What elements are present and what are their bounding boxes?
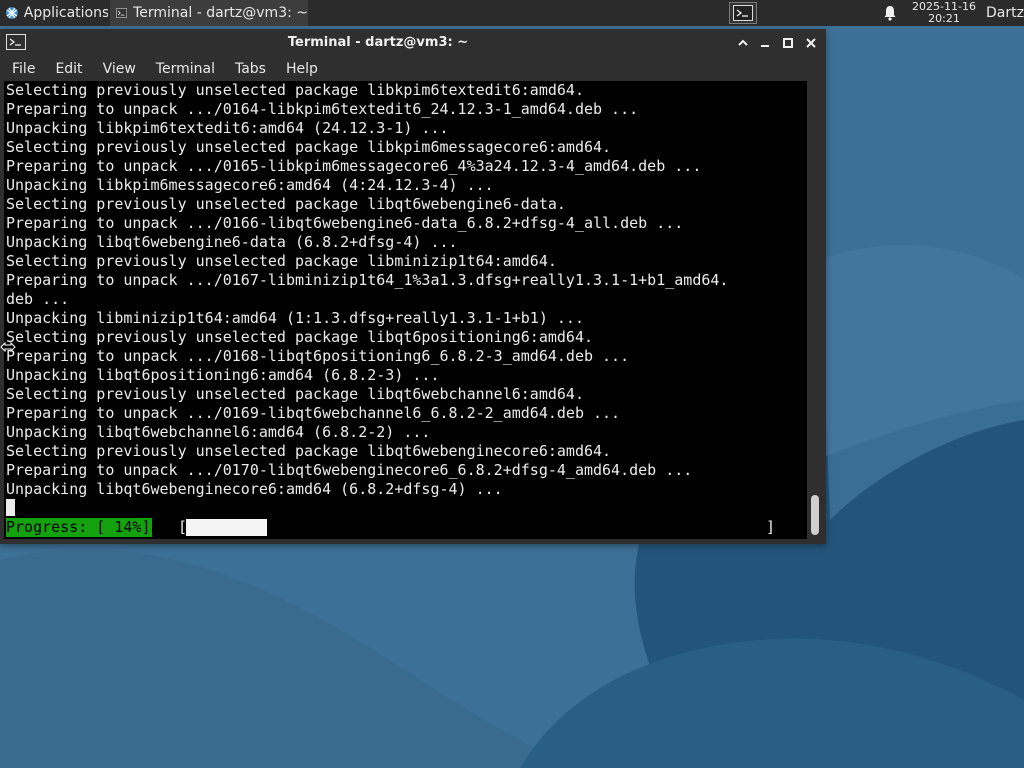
terminal-line: Preparing to unpack .../0170-libqt6weben… (6, 461, 693, 479)
terminal-window: Terminal - dartz@vm3: ~ File Edit View T… (0, 29, 826, 544)
menu-edit[interactable]: Edit (43, 61, 90, 77)
minimize-icon (761, 45, 769, 47)
terminal-scrollbar[interactable] (807, 81, 823, 539)
terminal-line: Unpacking libkpim6textedit6:amd64 (24.12… (6, 119, 449, 137)
terminal-line: Selecting previously unselected package … (6, 442, 612, 460)
terminal-line: Unpacking libqt6positioning6:amd64 (6.8.… (6, 366, 440, 384)
terminal-line: deb ... (6, 290, 70, 308)
terminal-line: Unpacking libkpim6messagecore6:amd64 (4:… (6, 176, 494, 194)
menu-bar: File Edit View Terminal Tabs Help (0, 57, 826, 81)
menu-help[interactable]: Help (274, 61, 326, 77)
terminal-line: Selecting previously unselected package … (6, 328, 593, 346)
menu-tabs[interactable]: Tabs (223, 61, 274, 77)
terminal-line: Selecting previously unselected package … (6, 81, 584, 99)
bell-icon (884, 6, 896, 21)
terminal-icon (116, 8, 128, 18)
terminal-line: Preparing to unpack .../0165-libkpim6mes… (6, 157, 702, 175)
terminal-line: Preparing to unpack .../0167-libminizip1… (6, 271, 729, 289)
terminal-icon (733, 5, 753, 21)
close-button[interactable] (802, 34, 820, 52)
clock[interactable]: 2025-11-16 20:21 (908, 0, 980, 26)
minimize-button[interactable] (756, 34, 774, 52)
close-icon (806, 38, 816, 48)
terminal-line: Selecting previously unselected package … (6, 138, 612, 156)
terminal-area[interactable]: Selecting previously unselected package … (4, 81, 807, 539)
chevron-up-icon (738, 39, 748, 46)
terminal-line: Unpacking libqt6webengine6-data (6.8.2+d… (6, 233, 458, 251)
notifications-button[interactable] (880, 0, 900, 26)
xfce-logo-icon (5, 7, 18, 19)
top-panel: Applications Terminal - dartz@vm3: ~ 202… (0, 0, 1024, 26)
terminal-line: Selecting previously unselected package … (6, 195, 566, 213)
terminal-line: Preparing to unpack .../0166-libqt6weben… (6, 214, 684, 232)
terminal-line: Unpacking libqt6webenginecore6:amd64 (6.… (6, 480, 503, 498)
terminal-line: Preparing to unpack .../0169-libqt6webch… (6, 404, 621, 422)
panel-terminal-launcher[interactable] (729, 2, 757, 24)
shade-button[interactable] (734, 34, 752, 52)
terminal-line: Selecting previously unselected package … (6, 252, 557, 270)
mouse-pointer-icon (0, 341, 16, 353)
terminal-cursor (6, 499, 15, 516)
window-titlebar[interactable]: Terminal - dartz@vm3: ~ (0, 29, 826, 57)
progress-label: Progress: [ 14%] (6, 518, 152, 537)
menu-terminal[interactable]: Terminal (144, 61, 223, 77)
menu-view[interactable]: View (91, 61, 144, 77)
window-title: Terminal - dartz@vm3: ~ (287, 35, 469, 50)
terminal-line: Unpacking libqt6webchannel6:amd64 (6.8.2… (6, 423, 431, 441)
terminal-output: Selecting previously unselected package … (6, 81, 728, 499)
scrollbar-thumb[interactable] (811, 495, 819, 535)
terminal-line: Unpacking libminizip1t64:amd64 (1:1.3.df… (6, 309, 584, 327)
terminal-line: Selecting previously unselected package … (6, 385, 584, 403)
taskbar-terminal-button[interactable]: Terminal - dartz@vm3: ~ (110, 0, 308, 26)
taskbar-label: Terminal - dartz@vm3: ~ (133, 5, 308, 21)
progress-track (186, 519, 762, 536)
maximize-button[interactable] (779, 34, 797, 52)
terminal-line: Preparing to unpack .../0164-libkpim6tex… (6, 100, 639, 118)
applications-menu[interactable]: Applications (0, 0, 108, 26)
user-label: Dartz (986, 5, 1024, 21)
progress-row: Progress: [ 14%] [ ] (6, 518, 796, 537)
progress-fill (186, 519, 267, 536)
progress-bracket-close: ] (766, 518, 776, 536)
terminal-line: Preparing to unpack .../0168-libqt6posit… (6, 347, 630, 365)
maximize-icon (783, 38, 793, 48)
applications-label: Applications (23, 5, 108, 21)
menu-file[interactable]: File (0, 61, 43, 77)
clock-time: 20:21 (928, 12, 960, 25)
user-menu[interactable]: Dartz (986, 0, 1024, 26)
